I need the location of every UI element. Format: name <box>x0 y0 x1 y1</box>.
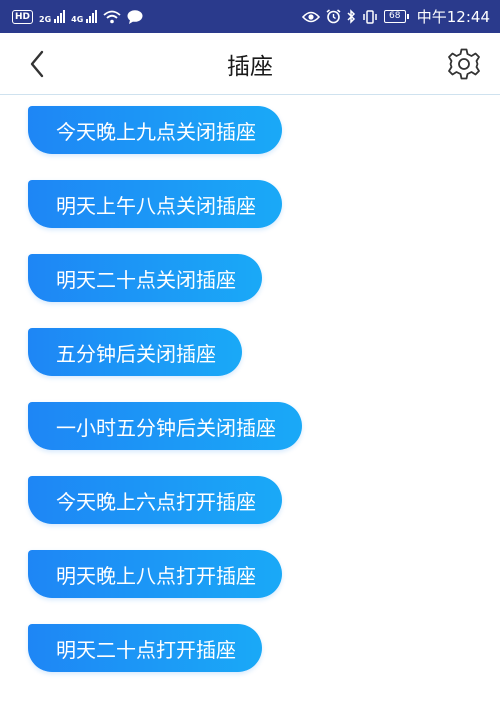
command-chip[interactable]: 今天晚上六点打开插座 <box>28 476 282 524</box>
network-type-1: 2G <box>39 15 52 24</box>
battery-level: 68 <box>383 10 406 23</box>
status-left: HD 2G 4G <box>12 9 143 24</box>
command-chip[interactable]: 五分钟后关闭插座 <box>28 328 242 376</box>
signal-icon <box>54 10 66 23</box>
chevron-left-icon <box>30 50 44 78</box>
back-button[interactable] <box>22 49 52 79</box>
status-bar: HD 2G 4G 68 中午12:44 <box>0 0 500 33</box>
alarm-icon <box>326 9 341 24</box>
command-chip[interactable]: 明天晚上八点打开插座 <box>28 550 282 598</box>
bluetooth-icon <box>347 9 355 24</box>
status-time: 中午12:44 <box>416 8 490 26</box>
battery-icon: 68 <box>383 10 409 23</box>
settings-button[interactable] <box>446 46 482 82</box>
app-header: 插座 <box>0 33 500 95</box>
command-chip[interactable]: 今天晚上九点关闭插座 <box>28 106 282 154</box>
command-chip[interactable]: 明天上午八点关闭插座 <box>28 180 282 228</box>
wifi-icon <box>103 10 121 23</box>
command-chip[interactable]: 明天二十点关闭插座 <box>28 254 262 302</box>
command-chip[interactable]: 明天二十点打开插座 <box>28 624 262 672</box>
status-right: 68 中午12:44 <box>301 6 490 27</box>
signal-icon-2 <box>86 10 98 23</box>
vibrate-icon <box>363 9 377 24</box>
hd-badge: HD <box>12 9 34 24</box>
eye-icon <box>301 11 320 22</box>
command-chip[interactable]: 一小时五分钟后关闭插座 <box>28 402 302 450</box>
gear-icon <box>448 48 480 80</box>
network-type-2: 4G <box>71 15 84 24</box>
page-title: 插座 <box>227 54 273 80</box>
message-icon <box>127 9 143 24</box>
